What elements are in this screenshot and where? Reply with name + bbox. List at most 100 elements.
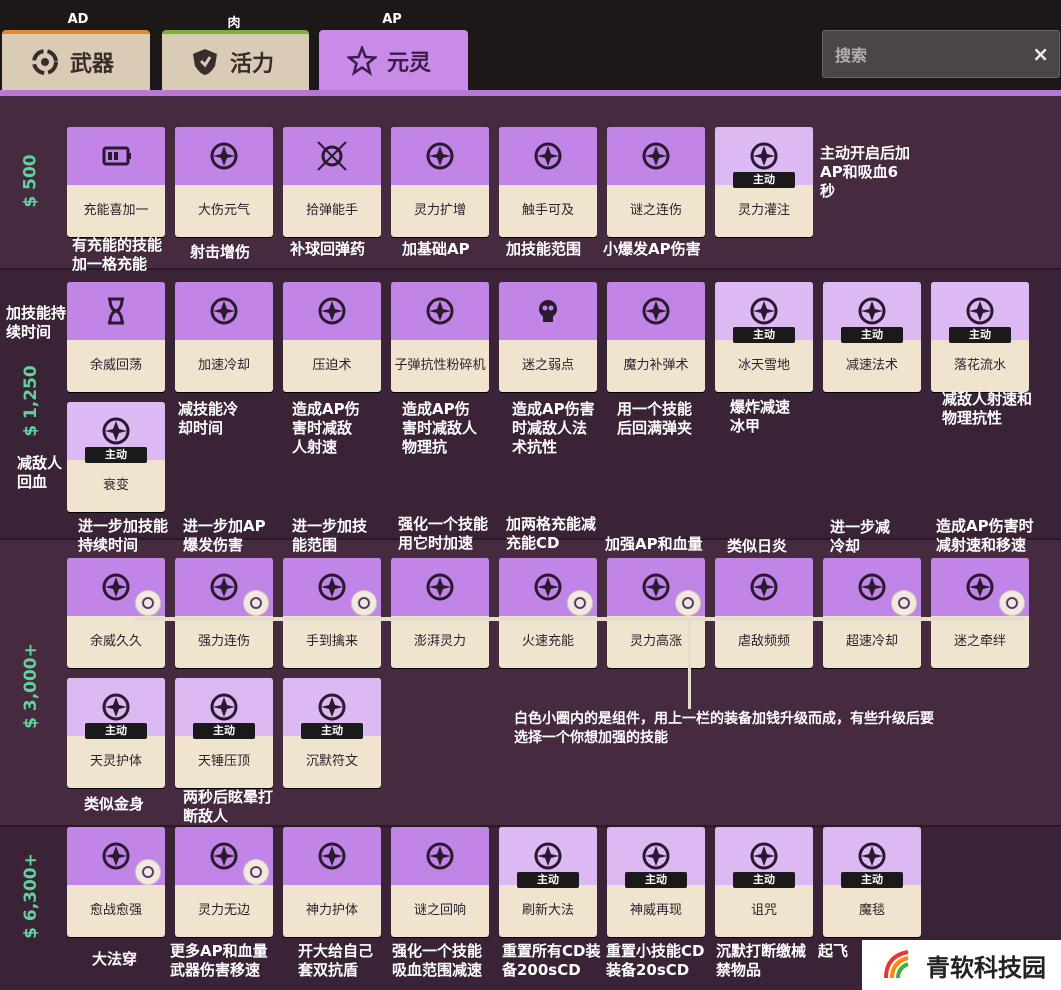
item-card[interactable]: 强力连伤 bbox=[175, 558, 273, 668]
item-name: 加速冷却 bbox=[197, 358, 250, 373]
item-card[interactable]: 主动 衰变 bbox=[67, 402, 165, 512]
item-icon-area bbox=[283, 282, 381, 340]
item-card[interactable]: 灵力无边 bbox=[175, 827, 273, 937]
item-name: 迷之弱点 bbox=[521, 358, 574, 373]
component-icon bbox=[891, 590, 917, 616]
item-note: 加技能持续时间 bbox=[6, 304, 67, 341]
component-icon bbox=[135, 859, 161, 885]
clear-icon[interactable]: × bbox=[1032, 42, 1049, 66]
item-card[interactable]: 谜之回响 bbox=[391, 827, 489, 937]
item-card[interactable]: 大伤元气 bbox=[175, 127, 273, 237]
item-card[interactable]: 主动 落花流水 bbox=[931, 282, 1029, 392]
active-badge: 主动 bbox=[85, 723, 147, 739]
item-name: 强力连伤 bbox=[197, 634, 250, 649]
item-card[interactable]: 手到擒来 bbox=[283, 558, 381, 668]
tab-weapon-label: 武器 bbox=[70, 52, 115, 77]
vortex-icon bbox=[642, 573, 670, 601]
item-card[interactable]: 余威久久 bbox=[67, 558, 165, 668]
item-icon-area bbox=[391, 127, 489, 185]
item-name: 子弹抗性粉碎机 bbox=[394, 358, 486, 373]
tab-vitality[interactable]: 活力 bbox=[162, 30, 309, 90]
item-name: 澎湃灵力 bbox=[413, 634, 466, 649]
item-name: 虐敌频频 bbox=[737, 634, 790, 649]
tab-weapon[interactable]: 武器 bbox=[2, 30, 150, 90]
item-icon-area bbox=[499, 282, 597, 340]
item-card[interactable]: 余威回荡 bbox=[67, 282, 165, 392]
bind-figure-icon bbox=[966, 573, 994, 601]
item-note: 进一步加AP爆发伤害 bbox=[183, 517, 266, 554]
wind-lines-icon bbox=[318, 297, 346, 325]
skull-icon bbox=[539, 300, 557, 322]
item-card[interactable]: 触手可及 bbox=[499, 127, 597, 237]
price-1250: $ 1,250 bbox=[21, 365, 41, 437]
hourglass-icon bbox=[108, 297, 124, 325]
item-card[interactable]: 压迫术 bbox=[283, 282, 381, 392]
fist-burst-icon bbox=[210, 142, 238, 170]
item-card[interactable]: 魔力补弹术 bbox=[607, 282, 705, 392]
shield-break-icon bbox=[426, 297, 454, 325]
item-name: 神威再现 bbox=[629, 903, 682, 918]
item-card[interactable]: 充能喜加一 bbox=[67, 127, 165, 237]
item-note: 小爆发AP伤害 bbox=[603, 240, 701, 258]
item-card[interactable]: 主动 天锤压顶 bbox=[175, 678, 273, 788]
item-note: 进一步加技能范围 bbox=[292, 517, 368, 554]
item-card[interactable]: 主动 灵力灌注 bbox=[715, 127, 813, 237]
item-name: 魔力补弹术 bbox=[623, 358, 689, 373]
item-note: 加两格充能减充能CD bbox=[506, 515, 597, 552]
spirit-bloom-icon bbox=[210, 842, 238, 870]
item-name: 神力护体 bbox=[305, 903, 358, 918]
item-card[interactable]: 迷之弱点 bbox=[499, 282, 597, 392]
item-card[interactable]: 主动 魔毯 bbox=[823, 827, 921, 937]
item-note: 射击增伤 bbox=[190, 243, 251, 261]
fall-figure-icon bbox=[966, 297, 994, 325]
item-note: 加技能范围 bbox=[506, 240, 582, 258]
item-card[interactable]: 主动 诅咒 bbox=[715, 827, 813, 937]
item-icon-area bbox=[283, 127, 381, 185]
search-input[interactable]: 搜索 × bbox=[822, 30, 1060, 78]
item-note: 加基础AP bbox=[402, 240, 470, 258]
item-card[interactable]: 超速冷却 bbox=[823, 558, 921, 668]
item-card[interactable]: 愈战愈强 bbox=[67, 827, 165, 937]
item-card[interactable]: 谜之连伤 bbox=[607, 127, 705, 237]
active-badge: 主动 bbox=[517, 872, 579, 888]
item-name: 余威久久 bbox=[89, 634, 142, 649]
item-note: 减敌人射速和物理抗性 bbox=[942, 390, 1033, 427]
item-card[interactable]: 主动 天灵护体 bbox=[67, 678, 165, 788]
halo-icon bbox=[318, 842, 346, 870]
item-name: 魔毯 bbox=[858, 903, 885, 918]
active-badge: 主动 bbox=[625, 872, 687, 888]
item-note: 主动开启后加AP和吸血6秒 bbox=[820, 144, 911, 200]
component-icon bbox=[351, 590, 377, 616]
item-card[interactable]: 主动 减速法术 bbox=[823, 282, 921, 392]
tab-tag-vitality: 肉 bbox=[227, 16, 241, 31]
item-card[interactable]: 迷之牵绊 bbox=[931, 558, 1029, 668]
item-icon-area bbox=[391, 282, 489, 340]
tab-spirit[interactable]: 元灵 bbox=[319, 30, 468, 92]
helmet-icon bbox=[642, 842, 670, 870]
item-card[interactable]: 加速冷却 bbox=[175, 282, 273, 392]
reach-hand-icon bbox=[318, 573, 346, 601]
item-name: 刷新大法 bbox=[521, 903, 574, 918]
item-card[interactable]: 主动 冰天雪地 bbox=[715, 282, 813, 392]
item-card[interactable]: 主动 神威再现 bbox=[607, 827, 705, 937]
item-note: 有充能的技能加一格充能 bbox=[72, 236, 163, 273]
item-card[interactable]: 神力护体 bbox=[283, 827, 381, 937]
item-card[interactable]: 虐敌频频 bbox=[715, 558, 813, 668]
tab-vitality-label: 活力 bbox=[230, 52, 275, 77]
item-card[interactable]: 火速充能 bbox=[499, 558, 597, 668]
skull-frame-icon bbox=[102, 842, 130, 870]
tab-tag-spirit: AP bbox=[382, 12, 402, 27]
battery-icon bbox=[102, 146, 131, 166]
item-card[interactable]: 澎湃灵力 bbox=[391, 558, 489, 668]
item-name: 天锤压顶 bbox=[197, 754, 250, 769]
item-card[interactable]: 主动 刷新大法 bbox=[499, 827, 597, 937]
item-name: 火速充能 bbox=[521, 634, 574, 649]
item-icon-area bbox=[67, 127, 165, 185]
item-card[interactable]: 主动 沉默符文 bbox=[283, 678, 381, 788]
spirit-star-icon bbox=[347, 46, 377, 76]
item-name: 拾弹能手 bbox=[305, 203, 358, 218]
item-card[interactable]: 子弹抗性粉碎机 bbox=[391, 282, 489, 392]
item-card[interactable]: 拾弹能手 bbox=[283, 127, 381, 237]
item-card[interactable]: 灵力扩增 bbox=[391, 127, 489, 237]
watermark: 青软科技园 bbox=[862, 940, 1061, 990]
